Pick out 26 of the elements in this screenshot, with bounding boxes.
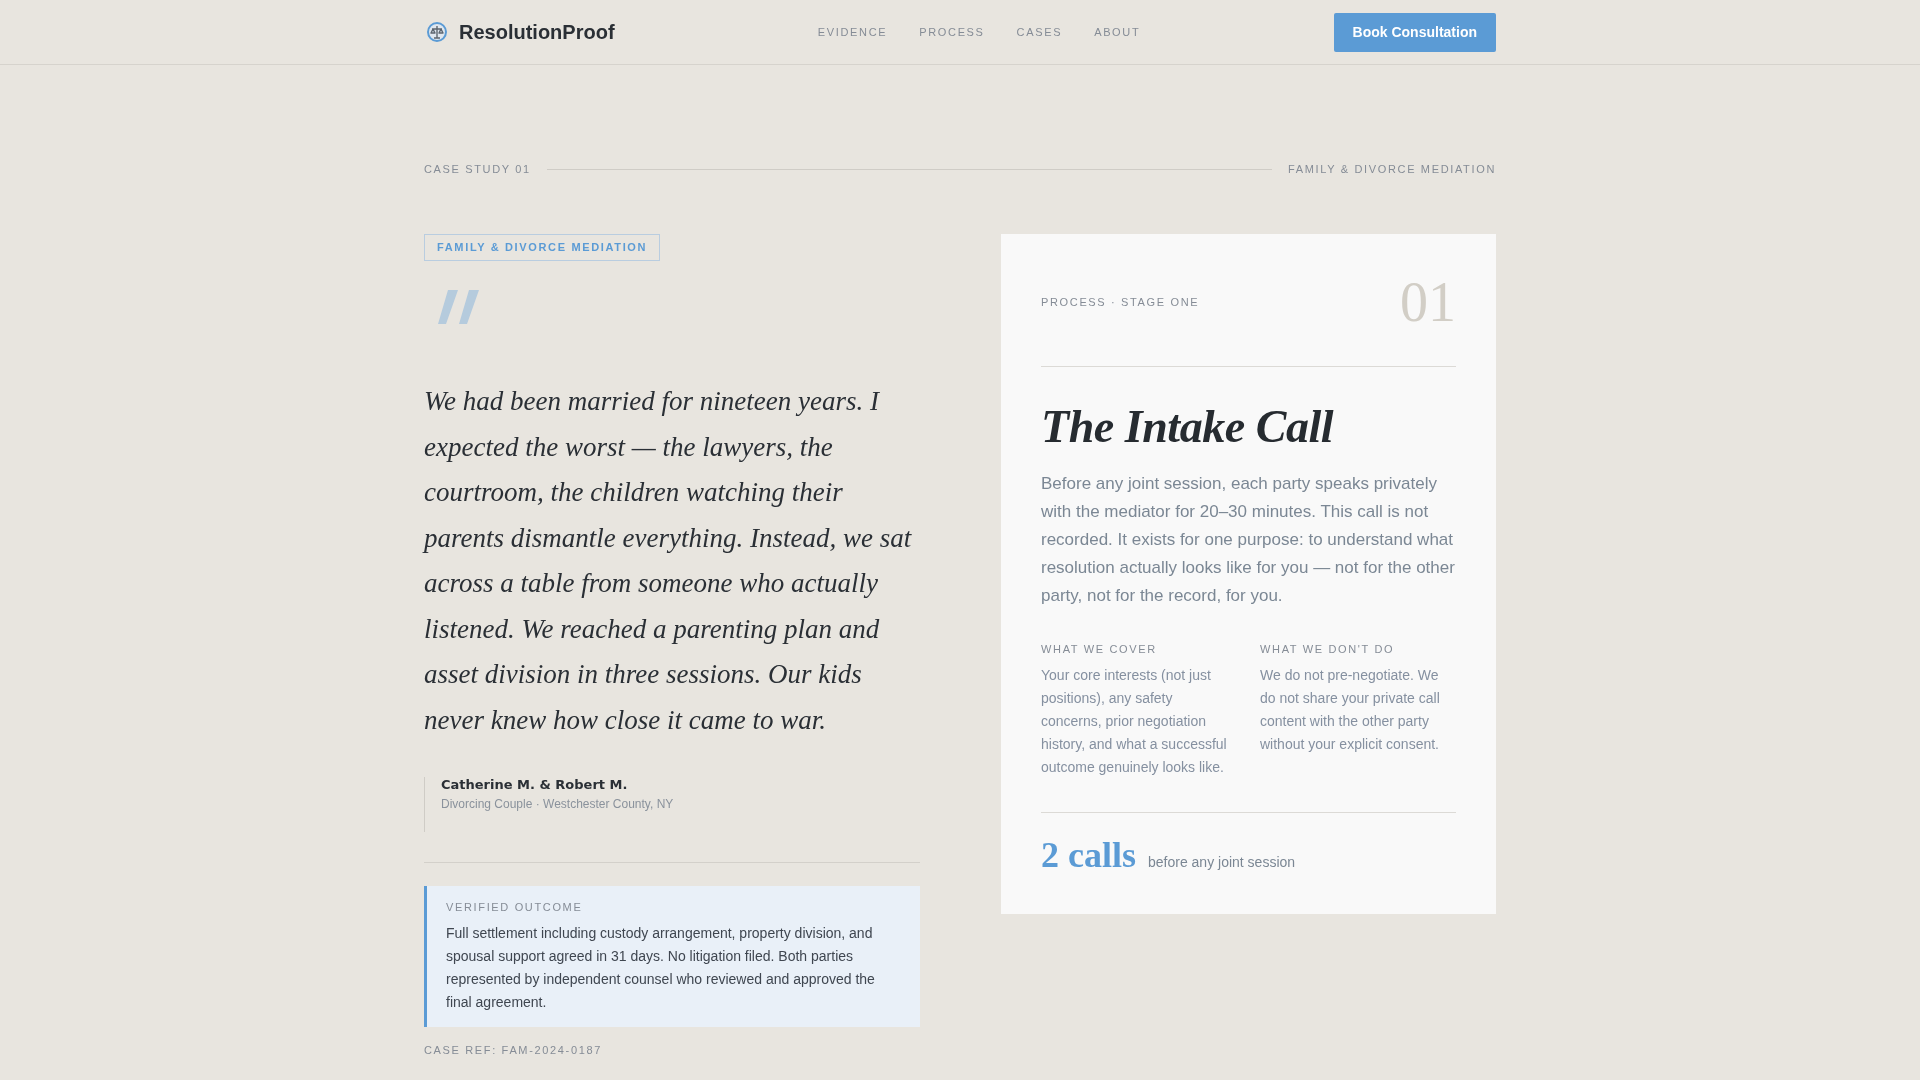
author-name: Catherine M. & Robert M. <box>441 777 629 793</box>
stat-caption: before any joint session <box>1148 853 1296 871</box>
column-heading: WHAT WE COVER <box>1041 642 1158 656</box>
book-consultation-button[interactable]: Book Consultation <box>1333 12 1496 52</box>
author-detail: Divorcing Couple · Westchester County, NY <box>441 796 674 812</box>
column-heading: WHAT WE DON'T DO <box>1260 642 1396 656</box>
stage-label: PROCESS · STAGE ONE <box>1041 295 1200 309</box>
category-label: FAMILY & DIVORCE MEDIATION <box>1288 162 1496 176</box>
category-tag: FAMILY & DIVORCE MEDIATION <box>424 234 661 261</box>
brand-name: ResolutionProof <box>459 20 615 44</box>
case-reference: CASE REF: FAM-2024-0187 <box>424 1043 602 1057</box>
stat-value: 2 calls <box>1041 834 1136 877</box>
nav-link[interactable]: ABOUT <box>1094 25 1141 39</box>
case-study-label: CASE STUDY 01 <box>424 162 531 176</box>
testimonial-quote: We had been married for nineteen years. I expected the worst — the lawyers, the courtroom, the children watching their parents dismantle everything. Instead, we sat across a table from someone who actually listened. We reached a parenting plan and asset division in three sessions. Our kids never knew how close it came to war. <box>424 385 913 737</box>
quote-mark-icon <box>438 290 479 324</box>
nav-link[interactable]: PROCESS <box>919 25 985 39</box>
outcome-label: VERIFIED OUTCOME <box>446 900 584 914</box>
column-text: We do not pre-negotiate. We do not share your private call content with the other party without your explicit consent. <box>1260 666 1441 754</box>
logo-icon <box>427 22 447 42</box>
stage-title: The Intake Call <box>1041 400 1335 453</box>
column-text: Your core interests (not just positions), any safety concerns, prior negotiation history, and what a successful outcome genuinely looks like. <box>1041 666 1228 777</box>
nav-link[interactable]: CASES <box>1016 25 1063 39</box>
nav-link[interactable]: EVIDENCE <box>817 25 888 39</box>
outcome-text: Full settlement including custody arrangement, property division, and spousal support agreed in 31 days. No litigation filed. Both parties represented by independent counsel who reviewed and approved the final agreement. <box>446 924 876 1012</box>
stage-description: Before any joint session, each party speaks privately with the mediator for 20–30 minutes. This call is not recorded. It exists for one purpose: to understand what resolution actually looks like for you — not for the other party, not for the record, for you. <box>1041 473 1456 607</box>
